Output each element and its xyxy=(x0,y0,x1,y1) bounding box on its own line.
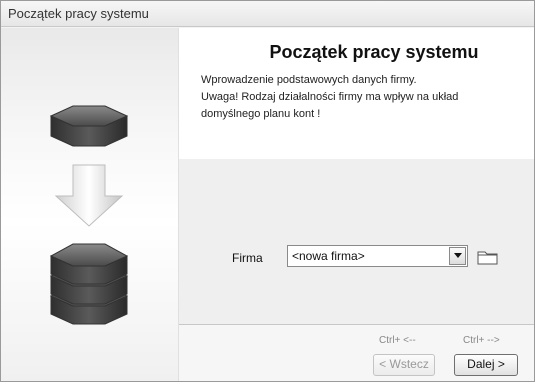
content-area: Początek pracy systemu Wprowadzenie pods… xyxy=(179,28,534,381)
chevron-down-icon xyxy=(454,253,462,258)
description: Wprowadzenie podstawowych danych firmy. … xyxy=(201,72,526,123)
company-label: Firma xyxy=(232,251,263,265)
description-line: Uwaga! Rodzaj działalności firmy ma wpły… xyxy=(201,91,459,103)
page-title: Początek pracy systemu xyxy=(269,42,479,62)
form-area: Firma <nowa firma> xyxy=(179,159,534,324)
title-bar[interactable]: Początek pracy systemu xyxy=(1,1,534,27)
back-button[interactable]: < Wstecz xyxy=(373,354,435,376)
description-line: domyślnego planu kont ! xyxy=(201,108,321,120)
company-select-value: <nowa firma> xyxy=(292,249,365,263)
down-arrow-icon xyxy=(54,164,124,227)
back-shortcut-hint: Ctrl+ <-- xyxy=(379,335,416,346)
folder-icon[interactable] xyxy=(477,249,499,265)
company-dropdown-button[interactable] xyxy=(449,247,466,265)
company-select[interactable]: <nowa firma> xyxy=(287,245,468,267)
window-title: Początek pracy systemu xyxy=(8,6,149,21)
single-block-icon xyxy=(49,105,129,147)
wizard-footer: Ctrl+ <-- Ctrl+ --> < Wstecz Dalej > xyxy=(179,324,534,381)
next-button[interactable]: Dalej > xyxy=(454,354,518,376)
next-shortcut-hint: Ctrl+ --> xyxy=(463,335,500,346)
stack-hexagon-icon xyxy=(49,243,129,325)
wizard-window: Początek pracy systemu Początek pracy sy… xyxy=(0,0,535,382)
illustration-panel xyxy=(1,28,179,381)
description-line: Wprowadzenie podstawowych danych firmy. xyxy=(201,74,417,86)
